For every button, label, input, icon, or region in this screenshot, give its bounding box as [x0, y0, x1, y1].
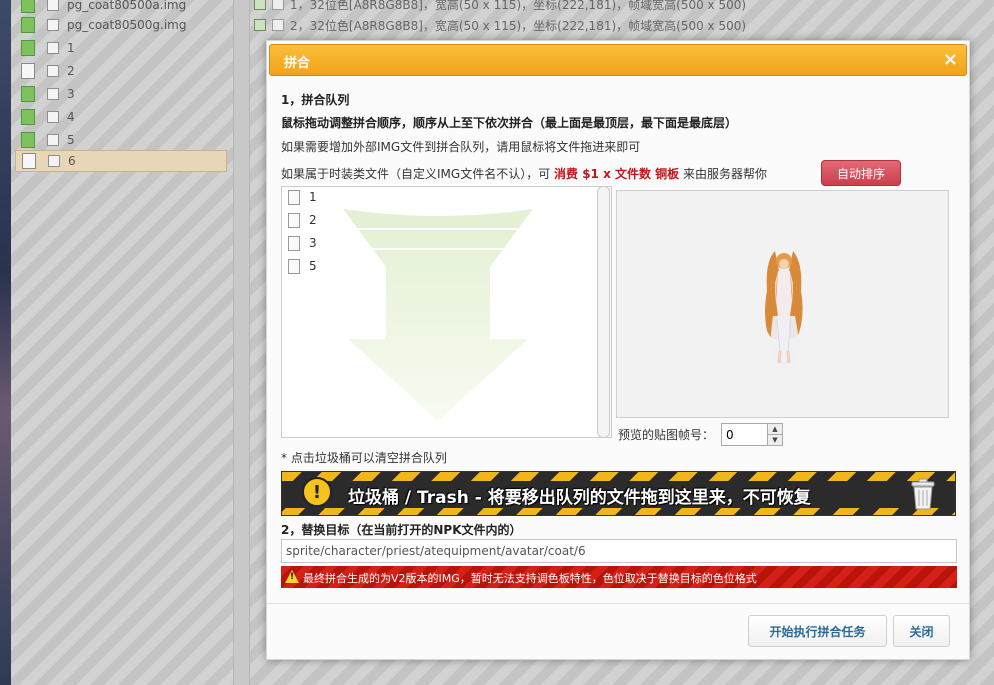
- frame-row[interactable]: 1，32位色[A8R8G8B8]，宽高(50 x 115)，坐标(222,181…: [254, 0, 746, 14]
- cost-text: 消费 $1 x 文件数 铜板: [554, 167, 680, 181]
- image-file-icon: [21, 132, 35, 148]
- file-icon: [288, 235, 300, 251]
- section-replace-target-title: 2，替换目标（在当前打开的NPK文件内的）: [281, 523, 522, 537]
- drag-instruction: 鼠标拖动调整拼合顺序，顺序从上至下依次拼合（最上面是最顶层，最下面是最底层）: [281, 116, 738, 130]
- checkbox[interactable]: [47, 65, 59, 77]
- checkbox[interactable]: [47, 0, 59, 11]
- close-button[interactable]: 关闭: [893, 615, 950, 647]
- stepper-down-icon[interactable]: ▼: [768, 435, 782, 446]
- section-merge-queue-title: 1，拼合队列: [281, 93, 350, 107]
- external-file-hint: 如果需要增加外部IMG文件到拼合队列，请用鼠标将文件拖进来即可: [281, 140, 641, 154]
- checkbox[interactable]: [254, 0, 266, 10]
- image-file-icon: [21, 40, 35, 56]
- preview-panel: [616, 190, 949, 418]
- warning-triangle-icon: !: [285, 570, 299, 583]
- frame-number-input[interactable]: [721, 423, 769, 446]
- file-list-item[interactable]: pg_coat80500g.img: [15, 14, 227, 36]
- file-icon: [288, 189, 300, 205]
- sprite-preview: [765, 251, 803, 366]
- checkbox[interactable]: [47, 88, 59, 100]
- stepper-up-icon[interactable]: ▲: [768, 424, 782, 435]
- queue-item[interactable]: 1: [288, 187, 317, 207]
- image-file-icon: [21, 109, 35, 125]
- file-list-item-selected[interactable]: 6: [15, 150, 227, 172]
- checkbox[interactable]: [47, 134, 59, 146]
- file-list-item[interactable]: 3: [15, 83, 227, 105]
- checkbox[interactable]: [272, 19, 284, 31]
- merge-dialog: 拼合 × 1，拼合队列 鼠标拖动调整拼合顺序，顺序从上至下依次拼合（最上面是最顶…: [266, 40, 970, 660]
- merge-queue-list[interactable]: 1 2 3 5: [281, 186, 612, 438]
- file-list-item[interactable]: 2: [15, 60, 227, 82]
- image-file-icon: [21, 86, 35, 102]
- queue-item[interactable]: 3: [288, 233, 317, 253]
- down-arrow-icon: [343, 209, 533, 421]
- file-icon: [22, 153, 36, 169]
- file-icon: [21, 63, 35, 79]
- dialog-footer-divider: [267, 603, 969, 604]
- image-file-icon: [21, 17, 35, 33]
- frame-label: 预览的贴图帧号：: [618, 428, 715, 442]
- v2-warning-banner: ! 最终拼合生成的为V2版本的IMG，暂时无法支持调色板特性，色位取决于替换目标…: [281, 566, 957, 588]
- frame-row[interactable]: 2，32位色[A8R8G8B8]，宽高(50 x 115)，坐标(222,181…: [254, 15, 746, 35]
- panel-splitter[interactable]: [233, 0, 250, 685]
- checkbox[interactable]: [47, 42, 59, 54]
- file-icon: [288, 258, 300, 274]
- trash-drop-zone[interactable]: ! 垃圾桶 / Trash - 将要移出队列的文件拖到这里来，不可恢复: [281, 471, 956, 516]
- checkbox[interactable]: [272, 0, 284, 10]
- target-path-input[interactable]: [281, 539, 957, 563]
- trash-banner-text: 垃圾桶 / Trash - 将要移出队列的文件拖到这里来，不可恢复: [348, 488, 811, 508]
- queue-item[interactable]: 5: [288, 256, 317, 276]
- frame-stepper[interactable]: ▲ ▼: [767, 423, 783, 446]
- auto-sort-button[interactable]: 自动排序: [821, 160, 901, 186]
- checkbox[interactable]: [47, 19, 59, 31]
- dialog-header: 拼合 ×: [269, 44, 967, 76]
- file-list-item[interactable]: 5: [15, 129, 227, 151]
- file-list-item[interactable]: 4: [15, 106, 227, 128]
- close-icon[interactable]: ×: [943, 50, 958, 70]
- checkbox[interactable]: [48, 155, 60, 167]
- fashion-hint: 如果属于时装类文件（自定义IMG文件名不认），可 消费 $1 x 文件数 铜板 …: [281, 167, 768, 181]
- trash-hint: * 点击垃圾桶可以清空拼合队列: [281, 451, 447, 465]
- warning-icon: !: [302, 477, 332, 507]
- desktop-edge: [0, 0, 11, 685]
- file-list-item[interactable]: 1: [15, 37, 227, 59]
- dialog-title: 拼合: [284, 56, 311, 71]
- trash-can-icon[interactable]: [910, 478, 936, 510]
- image-file-icon: [21, 0, 35, 13]
- start-merge-button[interactable]: 开始执行拼合任务: [748, 615, 887, 647]
- checkbox[interactable]: [254, 19, 266, 31]
- file-list-panel: pg_coat80500a.img pg_coat80500g.img 1 2 …: [11, 0, 233, 685]
- queue-item[interactable]: 2: [288, 210, 317, 230]
- queue-scrollbar[interactable]: [597, 186, 610, 438]
- checkbox[interactable]: [47, 111, 59, 123]
- file-icon: [288, 212, 300, 228]
